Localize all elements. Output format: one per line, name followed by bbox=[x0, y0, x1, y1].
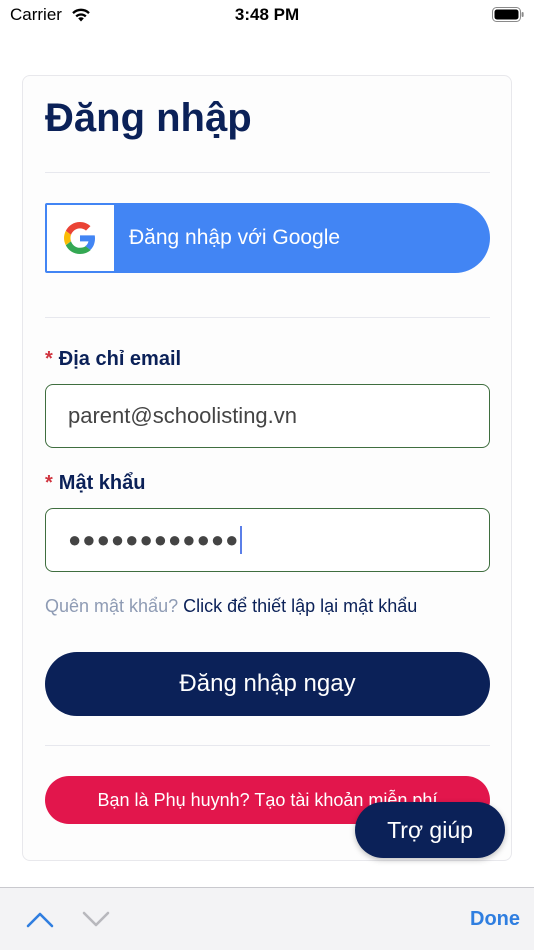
chevron-up-icon[interactable] bbox=[26, 910, 54, 928]
password-masked-value: ●●●●●●●●●●●● bbox=[68, 527, 240, 552]
email-label-text: Địa chỉ email bbox=[58, 348, 182, 370]
email-field[interactable]: parent@schoolisting.vn bbox=[45, 384, 490, 448]
done-button[interactable]: Done bbox=[440, 888, 520, 950]
required-mark: * bbox=[45, 348, 53, 370]
status-time: 3:48 PM bbox=[234, 5, 300, 24]
email-value: parent@schoolisting.vn bbox=[68, 403, 298, 428]
divider bbox=[45, 317, 490, 318]
divider bbox=[45, 745, 490, 746]
forgot-password-question: Quên mật khẩu? bbox=[45, 596, 179, 616]
chevron-down-icon[interactable] bbox=[82, 910, 110, 928]
page-title: Đăng nhập bbox=[45, 96, 252, 140]
reset-password-link[interactable]: Click để thiết lập lại mật khẩu bbox=[183, 596, 417, 616]
password-label-text: Mật khẩu bbox=[58, 472, 146, 494]
battery-icon bbox=[492, 7, 524, 22]
text-caret bbox=[240, 526, 243, 554]
google-login-button[interactable]: Đăng nhập với Google bbox=[45, 203, 490, 273]
required-mark: * bbox=[45, 472, 53, 494]
login-card: Đăng nhập Đăng nhập với Google * Địa chỉ … bbox=[22, 75, 512, 861]
help-button[interactable]: Trợ giúp bbox=[355, 802, 505, 858]
google-login-label: Đăng nhập với Google bbox=[129, 226, 341, 249]
google-icon bbox=[64, 222, 95, 254]
divider bbox=[45, 172, 490, 173]
login-now-button[interactable]: Đăng nhập ngay bbox=[45, 652, 490, 716]
forgot-password-row: Quên mật khẩu? Click để thiết lập lại mậ… bbox=[45, 596, 417, 617]
status-bar: Carrier 3:48 PM bbox=[0, 0, 534, 30]
password-label: * Mật khẩu bbox=[45, 472, 145, 495]
password-field[interactable]: ●●●●●●●●●●●● bbox=[45, 508, 490, 572]
google-logo-box bbox=[47, 205, 114, 271]
keyboard-toolbar: Done bbox=[0, 887, 534, 950]
email-label: * Địa chỉ email bbox=[45, 348, 181, 371]
